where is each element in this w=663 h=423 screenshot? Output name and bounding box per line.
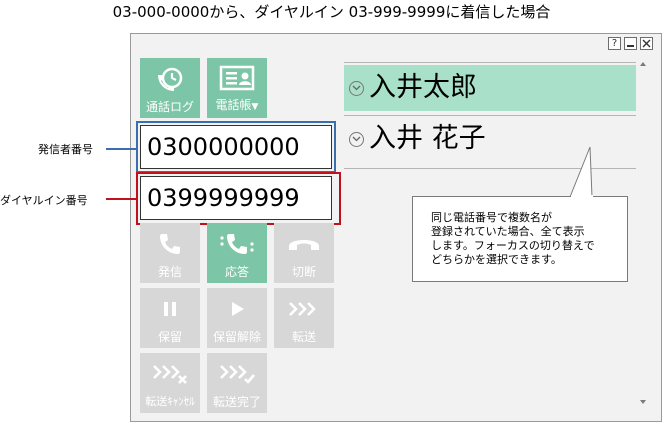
contact-item-selected[interactable]: 入井太郎 (344, 65, 636, 111)
play-icon (232, 302, 244, 316)
phone-icon (160, 234, 180, 254)
transfer-cancel-icon (153, 365, 187, 384)
contact-name: 入井 花子 (369, 123, 486, 154)
callout-line: します。フォーカスの切り替えで (431, 239, 595, 252)
answer-label: 応答 (224, 265, 249, 279)
minimize-button[interactable] (624, 37, 637, 50)
answer-button[interactable]: 応答 (207, 223, 267, 283)
caller-number-leader (106, 148, 136, 150)
phonebook-label-text: 電話帳 (215, 98, 252, 112)
phonebook-label: 電話帳▼ (216, 98, 259, 114)
hang-up-icon (289, 240, 319, 250)
caller-number-label: 発信者番号 (38, 143, 93, 156)
close-button[interactable] (640, 37, 653, 50)
scroll-down-icon[interactable] (640, 400, 646, 404)
dial-in-number-leader (106, 198, 136, 200)
contact-name: 入井太郎 (369, 72, 477, 103)
hold-label: 保留 (157, 330, 182, 344)
page-caption: 03-000-0000から、ダイヤルイン 03-999-9999に着信した場合 (112, 3, 551, 21)
callout-line: どちらかを選択できます。 (431, 253, 562, 266)
help-button[interactable]: ? (608, 37, 621, 50)
list-scrollbar[interactable] (637, 58, 649, 408)
call-log-button[interactable]: 通話ログ (140, 58, 200, 118)
caller-number-field[interactable]: 0300000000 (140, 125, 332, 169)
phonebook-button[interactable]: 電話帳▼ (207, 58, 267, 118)
pause-icon (164, 302, 176, 316)
transfer-cancel-button: 転送ｷｬﾝｾﾙ (140, 353, 200, 413)
list-separator (344, 115, 636, 116)
scroll-up-icon[interactable] (640, 62, 646, 66)
phonebook-icon (219, 65, 255, 91)
call-log-label: 通話ログ (145, 100, 194, 114)
expand-chevron-icon[interactable] (349, 80, 364, 96)
call-log-icon (158, 67, 183, 91)
ringing-phone-icon (220, 234, 254, 254)
callout-line: 登録されていた場合、全て表示 (431, 225, 585, 238)
dropdown-arrow-icon: ▼ (251, 102, 259, 112)
dial-in-number-label: ダイヤルイン番号 (0, 194, 88, 207)
unhold-button: 保留解除 (207, 288, 267, 348)
close-icon (642, 39, 651, 48)
expand-chevron-icon[interactable] (349, 131, 364, 147)
send-button: 発信 (140, 223, 200, 283)
transfer-button: 転送 (274, 288, 334, 348)
callout-line: 同じ電話番号で複数名が (431, 211, 552, 224)
transfer-icon (289, 302, 316, 316)
callout-note: 同じ電話番号で複数名が 登録されていた場合、全て表示 します。フォーカスの切り替… (412, 196, 628, 282)
transfer-label: 転送 (291, 330, 316, 344)
transfer-cancel-label: 転送ｷｬﾝｾﾙ (145, 395, 195, 408)
hold-button: 保留 (140, 288, 200, 348)
disconnect-button: 切断 (274, 223, 334, 283)
send-label: 発信 (157, 265, 182, 279)
dial-in-number-field[interactable]: 0399999999 (140, 176, 332, 220)
transfer-complete-icon (220, 365, 255, 384)
transfer-complete-label: 転送完了 (212, 395, 261, 409)
disconnect-label: 切断 (291, 265, 316, 279)
callout-pointer-join (571, 195, 593, 197)
transfer-complete-button: 転送完了 (207, 353, 267, 413)
unhold-label: 保留解除 (212, 330, 261, 344)
